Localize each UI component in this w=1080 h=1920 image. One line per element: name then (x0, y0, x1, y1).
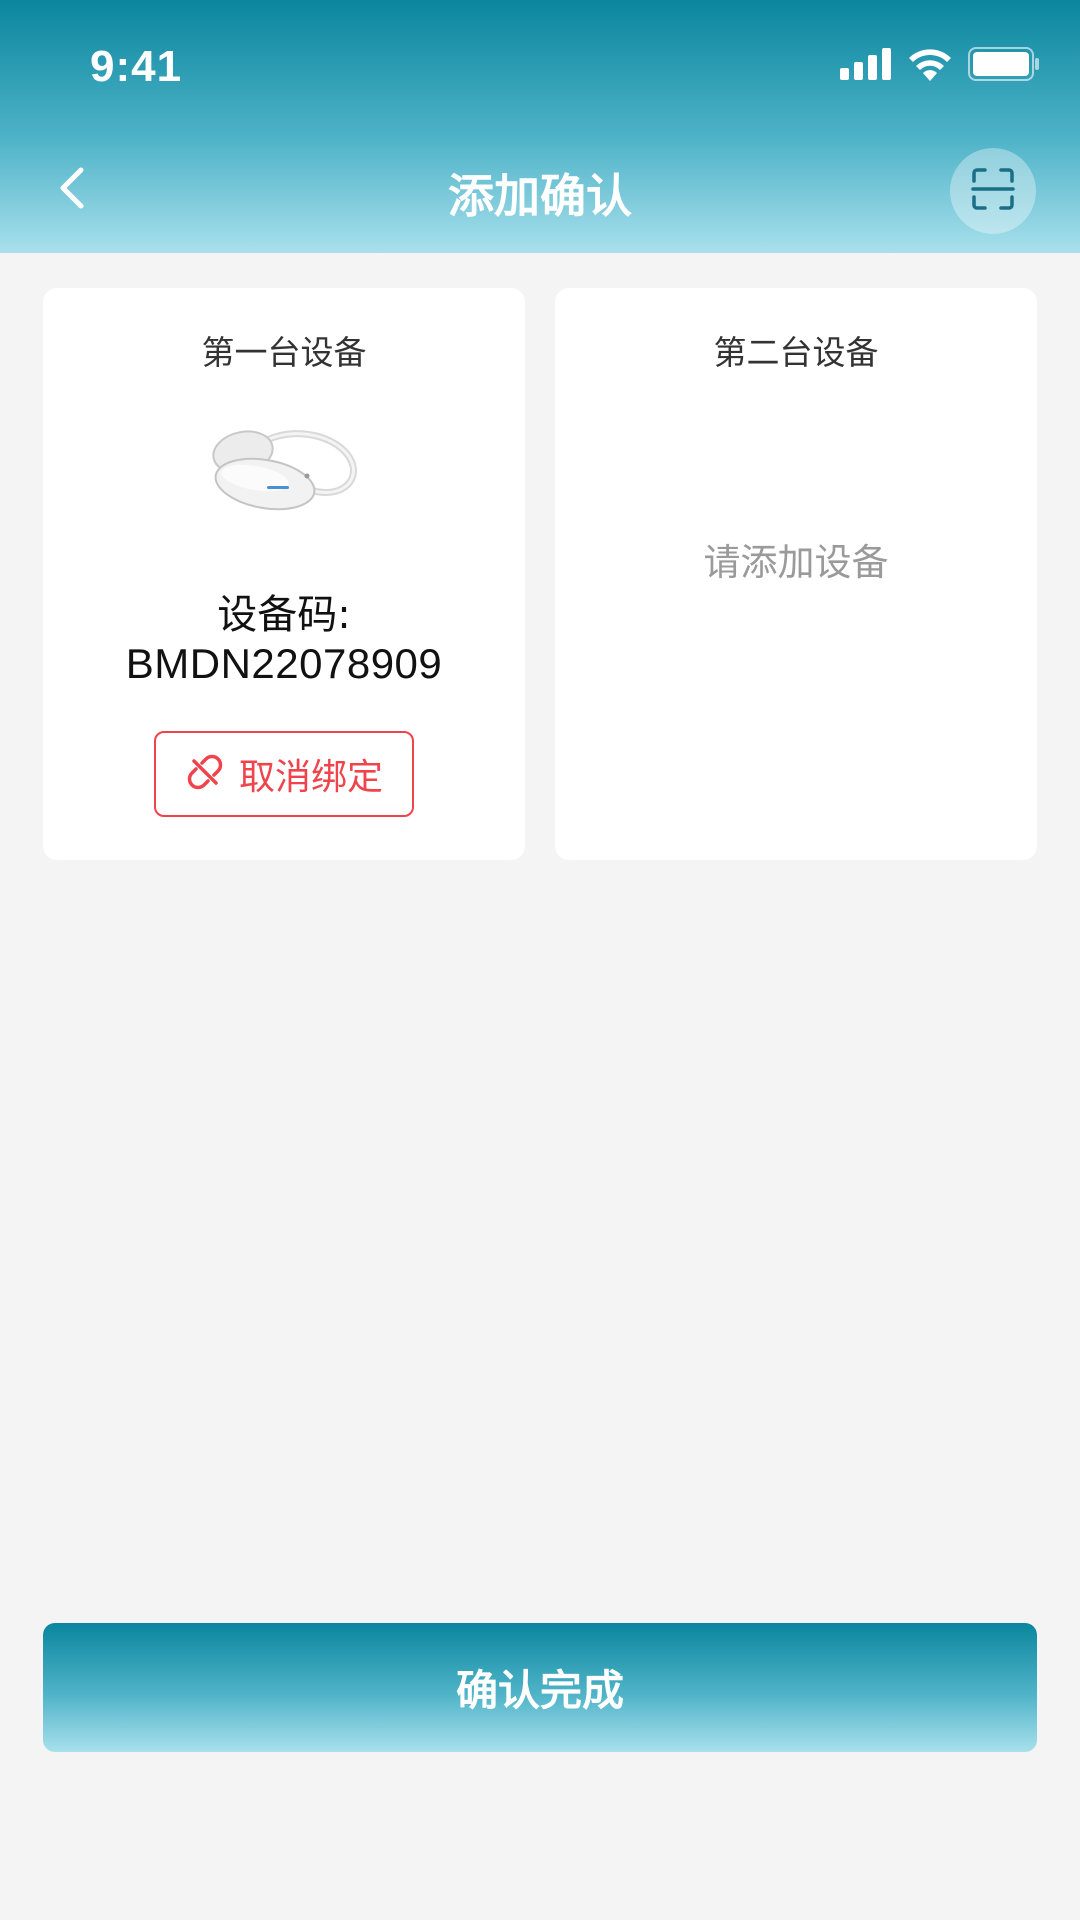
device-code-value: BMDN22078909 (125, 640, 443, 687)
wifi-icon (908, 47, 952, 85)
page-title: 添加确认 (448, 169, 632, 223)
confirm-button-label: 确认完成 (455, 1666, 624, 1715)
header: 9:41 添加确认 (0, 0, 1080, 253)
scan-button[interactable] (950, 148, 1036, 234)
status-time: 9:41 (90, 42, 183, 91)
device-card-second[interactable]: 第二台设备 请添加设备 (555, 288, 1037, 860)
device-card-title: 第一台设备 (201, 333, 367, 372)
earphone-device-image (207, 418, 363, 518)
device-card-first: 第一台设备 设备码: BMDN22078909 取消绑定 (43, 288, 525, 860)
unbind-label: 取消绑定 (238, 757, 383, 798)
nav-bar: 添加确认 (0, 130, 1080, 253)
status-bar: 9:41 (0, 0, 1080, 130)
scan-icon (971, 167, 1015, 215)
device-code-label: 设备码: (217, 592, 351, 638)
status-icons (840, 46, 1040, 86)
confirm-complete-button[interactable]: 确认完成 (43, 1623, 1037, 1752)
unbind-button[interactable]: 取消绑定 (154, 731, 414, 817)
battery-icon (968, 47, 1040, 85)
device-card-title: 第二台设备 (713, 333, 879, 372)
unlink-icon (185, 752, 225, 796)
add-device-hint: 请添加设备 (703, 541, 889, 584)
cellular-signal-icon (840, 48, 892, 84)
